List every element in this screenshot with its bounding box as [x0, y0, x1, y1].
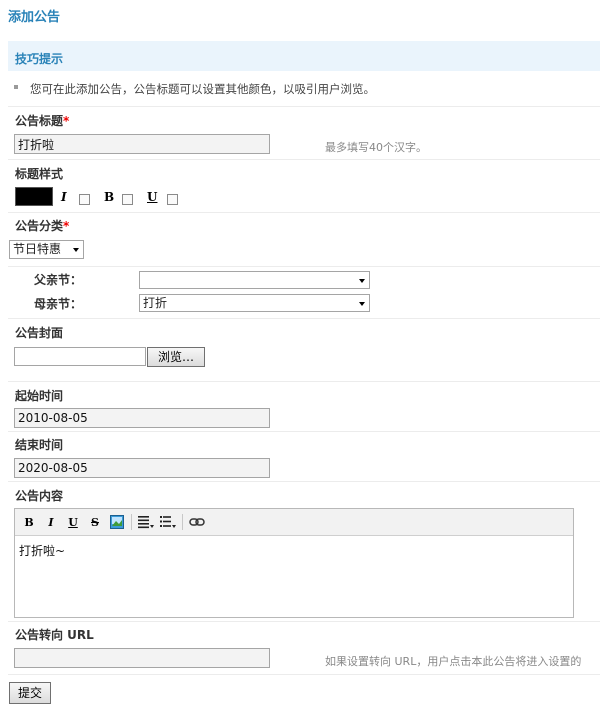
content-label: 公告内容 — [15, 489, 64, 503]
tip-text: 您可在此添加公告，公告标题可以设置其他颜色，以吸引用户浏览。 — [30, 82, 375, 96]
divider — [8, 106, 600, 107]
parent-label: 父亲节： — [34, 273, 83, 287]
italic-label: I — [61, 190, 67, 204]
strikethrough-button[interactable]: S — [87, 514, 103, 530]
start-label: 起始时间 — [15, 389, 64, 403]
divider — [8, 212, 600, 213]
underline-checkbox[interactable] — [167, 194, 178, 205]
divider — [8, 159, 600, 160]
url-input[interactable] — [14, 648, 270, 668]
divider — [8, 431, 600, 432]
title-hint: 最多填写40个汉字。 — [325, 141, 427, 154]
browse-button[interactable]: 浏览… — [147, 347, 205, 367]
parent-select[interactable] — [139, 271, 370, 289]
bold-button[interactable]: B — [21, 514, 37, 530]
bold-label: B — [104, 190, 115, 204]
divider — [8, 318, 600, 319]
list-icon[interactable] — [160, 514, 176, 530]
mother-label: 母亲节： — [34, 297, 83, 311]
editor-content[interactable]: 打折啦~ — [19, 542, 65, 559]
style-label: 标题样式 — [15, 167, 64, 181]
title-label: 公告标题* — [15, 114, 70, 128]
chevron-down-icon — [359, 279, 365, 283]
title-input[interactable] — [14, 134, 270, 154]
chevron-down-icon — [73, 248, 79, 252]
end-date-input[interactable] — [14, 458, 270, 478]
divider — [8, 266, 600, 267]
image-icon[interactable] — [109, 514, 125, 530]
underline-button[interactable]: U — [65, 514, 81, 530]
page-title: 添加公告 — [8, 10, 61, 25]
category-label: 公告分类* — [15, 219, 70, 233]
editor-toolbar: B I U S — [15, 509, 573, 536]
mother-select[interactable]: 打折 — [139, 294, 370, 312]
tips-title: 技巧提示 — [15, 52, 64, 66]
italic-button[interactable]: I — [43, 514, 59, 530]
color-picker[interactable] — [15, 187, 53, 206]
underline-label: U — [147, 190, 158, 204]
end-label: 结束时间 — [15, 438, 64, 452]
divider — [8, 674, 600, 675]
mother-select-value: 打折 — [143, 296, 168, 310]
toolbar-separator — [131, 514, 132, 530]
tips-bar — [8, 41, 600, 71]
start-date-input[interactable] — [14, 408, 270, 428]
url-hint: 如果设置转向 URL，用户点击本此公告将进入设置的 — [325, 655, 582, 668]
category-select[interactable]: 节日特惠 — [9, 240, 84, 259]
link-icon[interactable] — [189, 514, 205, 530]
cover-file-input[interactable] — [14, 347, 146, 366]
url-label: 公告转向 URL — [15, 628, 94, 642]
category-select-value: 节日特惠 — [13, 242, 62, 256]
align-icon[interactable] — [138, 514, 154, 530]
submit-button[interactable]: 提交 — [9, 682, 51, 704]
bullet-icon — [14, 85, 18, 89]
bold-checkbox[interactable] — [122, 194, 133, 205]
divider — [8, 621, 600, 622]
italic-checkbox[interactable] — [79, 194, 90, 205]
chevron-down-icon — [359, 302, 365, 306]
divider — [8, 481, 600, 482]
divider — [8, 381, 600, 382]
cover-label: 公告封面 — [15, 326, 64, 340]
toolbar-separator — [182, 514, 183, 530]
